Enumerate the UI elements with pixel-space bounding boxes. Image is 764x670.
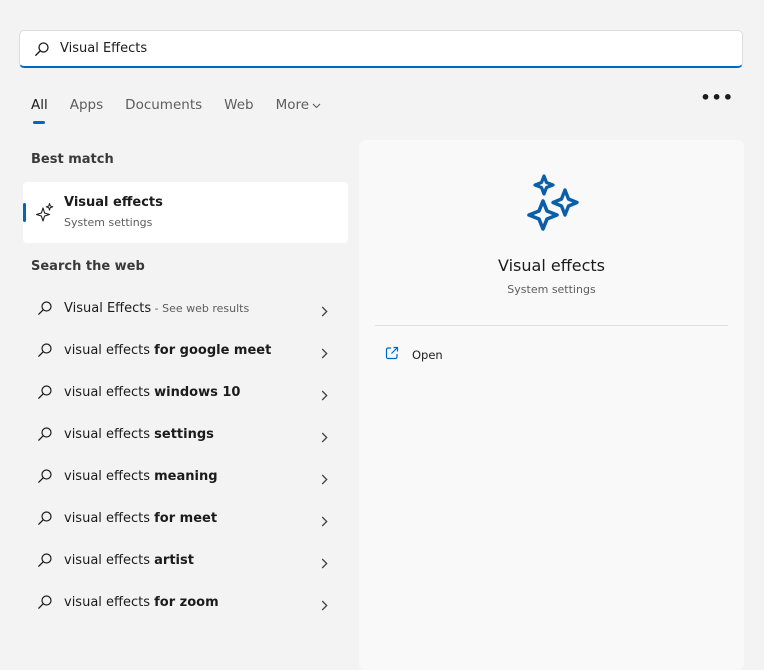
chevron-right-icon[interactable] bbox=[321, 428, 328, 447]
chevron-right-icon[interactable] bbox=[321, 512, 328, 531]
web-result-row[interactable]: visual effects meaning bbox=[23, 455, 348, 497]
search-icon bbox=[37, 552, 53, 572]
web-result-bold: meaning bbox=[154, 468, 218, 484]
search-icon bbox=[37, 384, 53, 404]
tab-more-label: More bbox=[275, 97, 310, 113]
web-result-prefix: visual effects bbox=[64, 426, 155, 442]
tab-documents[interactable]: Documents bbox=[125, 97, 202, 113]
web-result-text: visual effects settings bbox=[64, 427, 214, 442]
chevron-down-icon bbox=[312, 101, 321, 112]
web-result-text: visual effects windows 10 bbox=[64, 385, 240, 400]
web-result-prefix: visual effects bbox=[64, 594, 155, 610]
web-result-prefix: visual effects bbox=[64, 510, 155, 526]
chevron-right-icon[interactable] bbox=[321, 554, 328, 573]
web-result-text: visual effects artist bbox=[64, 553, 194, 568]
chevron-right-icon[interactable] bbox=[321, 386, 328, 405]
sparkle-large-icon bbox=[521, 173, 581, 241]
chevron-right-icon[interactable] bbox=[321, 596, 328, 615]
chevron-right-icon[interactable] bbox=[321, 344, 328, 363]
preview-subtitle: System settings bbox=[507, 283, 596, 296]
web-result-row[interactable]: visual effects windows 10 bbox=[23, 371, 348, 413]
best-match-item[interactable]: Visual effects System settings bbox=[23, 182, 348, 243]
web-result-bold: for meet bbox=[154, 510, 218, 526]
web-result-prefix: visual effects bbox=[64, 384, 155, 400]
best-match-heading: Best match bbox=[31, 152, 114, 167]
search-icon bbox=[34, 40, 52, 58]
web-result-row[interactable]: visual effects for zoom bbox=[23, 581, 348, 623]
search-box[interactable] bbox=[19, 30, 743, 68]
chevron-right-icon[interactable] bbox=[321, 302, 328, 321]
web-result-hint: - See web results bbox=[151, 301, 250, 315]
web-result-text: Visual Effects - See web results bbox=[64, 301, 249, 316]
search-icon bbox=[37, 510, 53, 530]
search-icon bbox=[37, 594, 53, 614]
search-icon bbox=[37, 426, 53, 446]
web-result-bold: for google meet bbox=[154, 342, 272, 358]
search-icon bbox=[37, 468, 53, 488]
filter-tabs: All Apps Documents Web More bbox=[31, 95, 343, 124]
web-result-row[interactable]: Visual Effects - See web results bbox=[23, 287, 348, 329]
web-result-row[interactable]: visual effects for meet bbox=[23, 497, 348, 539]
selection-indicator bbox=[23, 203, 26, 222]
web-result-prefix: visual effects bbox=[64, 342, 155, 358]
search-web-heading: Search the web bbox=[31, 259, 145, 274]
web-result-prefix: visual effects bbox=[64, 552, 155, 568]
sparkle-icon bbox=[35, 202, 55, 228]
search-icon bbox=[37, 300, 53, 320]
web-result-text: visual effects for google meet bbox=[64, 343, 271, 358]
preview-title: Visual effects bbox=[498, 256, 605, 275]
web-result-row[interactable]: visual effects artist bbox=[23, 539, 348, 581]
web-result-bold: windows 10 bbox=[154, 384, 241, 400]
open-external-icon bbox=[385, 345, 399, 364]
search-icon bbox=[37, 342, 53, 362]
web-result-text: visual effects for zoom bbox=[64, 595, 219, 610]
open-label: Open bbox=[412, 347, 443, 362]
web-result-row[interactable]: visual effects settings bbox=[23, 413, 348, 455]
web-result-prefix: Visual Effects bbox=[64, 300, 152, 316]
open-button[interactable]: Open bbox=[385, 345, 443, 364]
tab-apps[interactable]: Apps bbox=[70, 97, 103, 113]
web-result-bold: settings bbox=[154, 426, 214, 442]
best-match-title: Visual effects bbox=[64, 195, 163, 210]
tab-more[interactable]: More bbox=[276, 97, 321, 113]
web-result-bold: for zoom bbox=[154, 594, 219, 610]
web-result-row[interactable]: visual effects for google meet bbox=[23, 329, 348, 371]
web-result-text: visual effects for meet bbox=[64, 511, 217, 526]
web-results-list: Visual Effects - See web results visual e… bbox=[23, 287, 348, 623]
best-match-subtitle: System settings bbox=[64, 216, 153, 229]
tab-web[interactable]: Web bbox=[224, 97, 253, 113]
more-options-button[interactable]: ••• bbox=[700, 88, 734, 107]
divider bbox=[375, 325, 728, 326]
chevron-right-icon[interactable] bbox=[321, 470, 328, 489]
web-result-text: visual effects meaning bbox=[64, 469, 218, 484]
search-input[interactable] bbox=[60, 41, 700, 56]
web-result-bold: artist bbox=[154, 552, 194, 568]
tab-all[interactable]: All bbox=[31, 97, 48, 124]
web-result-prefix: visual effects bbox=[64, 468, 155, 484]
preview-pane: Visual effects System settings Open bbox=[359, 140, 744, 670]
